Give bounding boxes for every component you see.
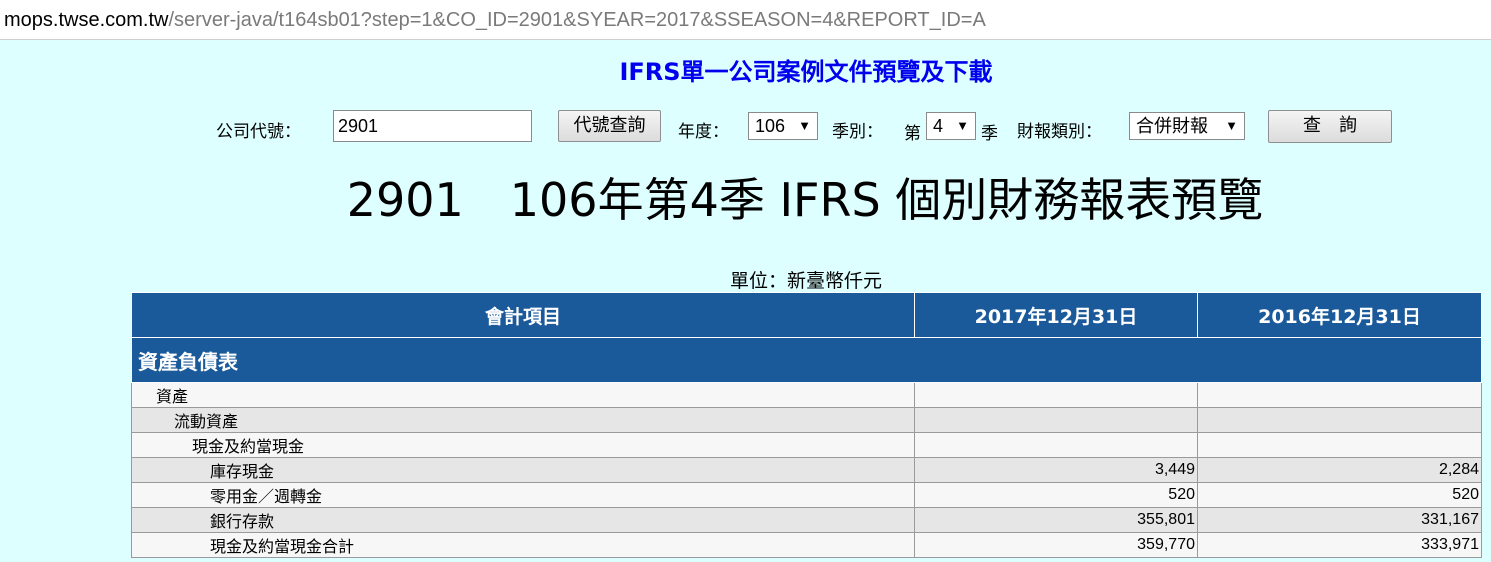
code-lookup-button[interactable]: 代號查詢: [558, 110, 661, 142]
account-item-cell: 銀行存款: [131, 507, 915, 533]
url-path: /server-java/t164sb01?step=1&CO_ID=2901&…: [168, 9, 986, 31]
table-row: 銀行存款 355,801 331,167: [131, 507, 1482, 533]
value-cell-2017: 359,770: [914, 532, 1198, 558]
account-item-cell: 現金及約當現金: [131, 432, 915, 458]
season-prefix: 第: [904, 124, 921, 144]
value-cell-2017: [914, 407, 1198, 433]
query-button[interactable]: 查 詢: [1268, 110, 1392, 143]
value-cell-2016: [1197, 432, 1482, 458]
company-code-label: 公司代號：: [216, 122, 301, 142]
address-bar[interactable]: mops.twse.com.tw/server-java/t164sb01?st…: [0, 0, 1491, 40]
unit-label: 單位：新臺幣仟元: [729, 270, 882, 292]
account-item-cell: 現金及約當現金合計: [131, 532, 915, 558]
account-item-cell: 流動資產: [131, 407, 915, 433]
dropdown-arrow-icon: ▼: [956, 118, 969, 133]
value-cell-2017: [914, 382, 1198, 408]
dropdown-arrow-icon: ▼: [1225, 118, 1238, 133]
value-cell-2016: 331,167: [1197, 507, 1482, 533]
financial-report-table: 會計項目 2017年12月31日 2016年12月31日 資產負債表 資產 流動資…: [131, 292, 1482, 558]
report-type-selected-value: 合併財報: [1136, 116, 1208, 136]
season-suffix: 季: [981, 124, 998, 144]
report-type-select[interactable]: 合併財報 ▼: [1129, 112, 1245, 140]
account-item-cell: 庫存現金: [131, 457, 915, 483]
year-select[interactable]: 106 ▼: [748, 112, 818, 140]
season-label: 季別：: [832, 122, 883, 142]
value-cell-2016: 2,284: [1197, 457, 1482, 483]
value-cell-2017: 355,801: [914, 507, 1198, 533]
table-row: 現金及約當現金合計 359,770 333,971: [131, 532, 1482, 558]
table-row: 零用金／週轉金 520 520: [131, 482, 1482, 508]
season-selected-value: 4: [933, 116, 944, 136]
season-select[interactable]: 4 ▼: [926, 112, 976, 140]
account-item-cell: 資產: [131, 382, 915, 408]
value-cell-2017: [914, 432, 1198, 458]
year-selected-value: 106: [755, 116, 786, 136]
value-cell-2016: 333,971: [1197, 532, 1482, 558]
table-row: 庫存現金 3,449 2,284: [131, 457, 1482, 483]
column-header-item: 會計項目: [131, 292, 915, 338]
value-cell-2017: 520: [914, 482, 1198, 508]
table-row: 流動資產: [131, 407, 1482, 433]
url-host: mops.twse.com.tw: [4, 9, 169, 31]
column-header-2017: 2017年12月31日: [914, 292, 1198, 338]
account-item-cell: 零用金／週轉金: [131, 482, 915, 508]
year-label: 年度：: [678, 122, 729, 142]
page-title: IFRS單一公司案例文件預覽及下載: [619, 58, 993, 86]
section-header-balance-sheet: 資產負債表: [131, 337, 1482, 383]
value-cell-2016: [1197, 382, 1482, 408]
value-cell-2016: [1197, 407, 1482, 433]
table-row: 資產: [131, 382, 1482, 408]
report-title: 2901 106年第4季 IFRS 個別財務報表預覽: [346, 173, 1264, 227]
value-cell-2016: 520: [1197, 482, 1482, 508]
company-code-input[interactable]: [333, 110, 532, 142]
report-type-label: 財報類別：: [1017, 122, 1102, 142]
table-row: 現金及約當現金: [131, 432, 1482, 458]
value-cell-2017: 3,449: [914, 457, 1198, 483]
column-header-2016: 2016年12月31日: [1197, 292, 1482, 338]
dropdown-arrow-icon: ▼: [798, 118, 811, 133]
